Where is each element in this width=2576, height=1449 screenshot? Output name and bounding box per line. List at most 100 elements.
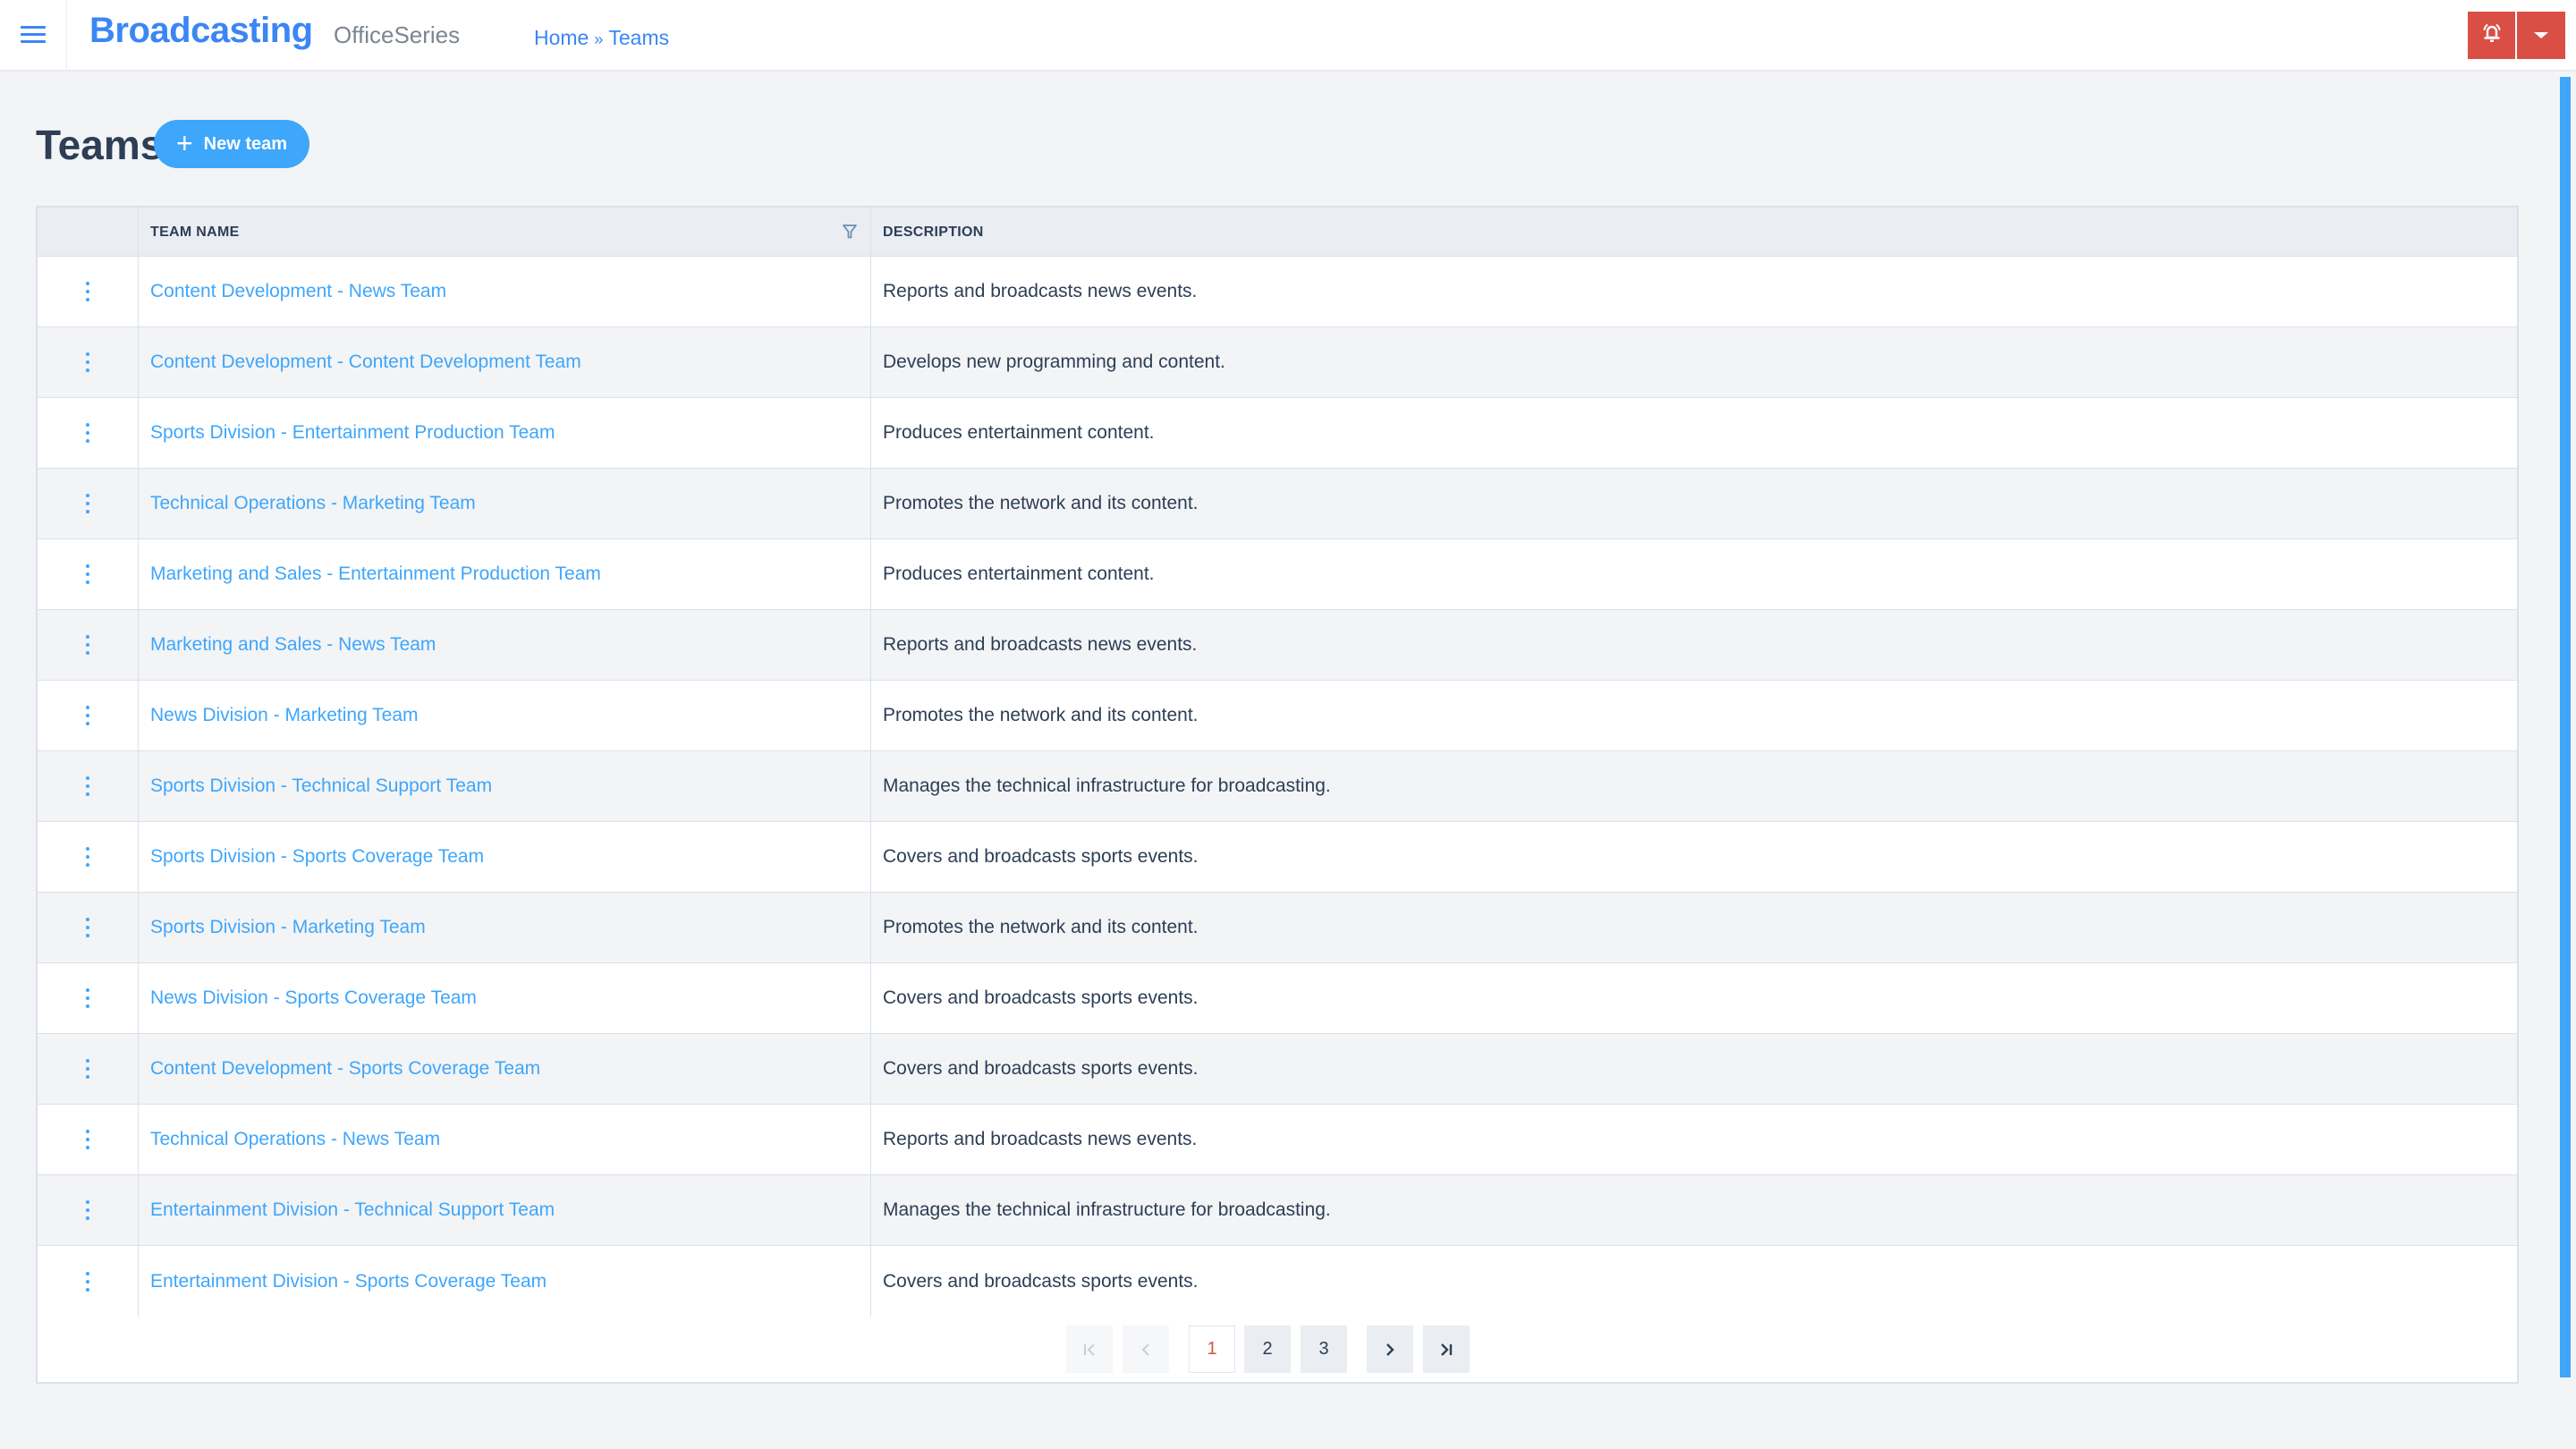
table-header: TEAM NAME DESCRIPTION — [38, 208, 2517, 257]
row-actions-button[interactable] — [38, 681, 139, 750]
kebab-menu-icon — [86, 1271, 89, 1292]
team-description: Produces entertainment content. — [883, 422, 1155, 443]
team-description: Covers and broadcasts sports events. — [883, 1270, 1199, 1292]
kebab-menu-icon — [86, 564, 89, 584]
table-row: Marketing and Sales - Entertainment Prod… — [38, 539, 2517, 610]
row-actions-button[interactable] — [38, 610, 139, 680]
kebab-menu-icon — [86, 282, 89, 301]
kebab-menu-icon — [86, 635, 89, 655]
table-row: Content Development - Sports Coverage Te… — [38, 1034, 2517, 1105]
team-description: Covers and broadcasts sports events. — [883, 846, 1199, 867]
table-row: Sports Division - Marketing Team Promotes… — [38, 893, 2517, 963]
team-description: Reports and broadcasts news events. — [883, 1129, 1198, 1149]
page-1-button[interactable]: 1 — [1189, 1326, 1235, 1373]
row-actions-button[interactable] — [38, 822, 139, 892]
new-team-label: New team — [203, 133, 288, 154]
table-row: News Division - Sports Coverage Team Cove… — [38, 963, 2517, 1034]
team-description: Promotes the network and its content. — [883, 705, 1199, 725]
next-page-button[interactable] — [1367, 1326, 1413, 1373]
team-description: Reports and broadcasts news events. — [883, 281, 1198, 301]
team-description: Promotes the network and its content. — [883, 917, 1199, 937]
page-scrollbar[interactable] — [2560, 77, 2571, 1377]
table-body: Content Development - News Team Reports a… — [38, 257, 2517, 1317]
kebab-menu-icon — [86, 988, 89, 1008]
caret-down-icon — [2534, 32, 2548, 38]
team-description: Reports and broadcasts news events. — [883, 634, 1198, 655]
alerts-button[interactable] — [2468, 12, 2515, 59]
page-title: Teams — [36, 122, 164, 168]
team-name-link[interactable]: Technical Operations - News Team — [139, 1105, 871, 1174]
chevron-right-icon — [1386, 1343, 1394, 1356]
prev-page-button[interactable] — [1123, 1326, 1169, 1373]
row-actions-button[interactable] — [38, 327, 139, 397]
team-name-link[interactable]: Entertainment Division - Technical Suppo… — [139, 1175, 871, 1245]
table-row: Marketing and Sales - News Team Reports a… — [38, 610, 2517, 681]
table-row: Sports Division - Technical Support Team… — [38, 751, 2517, 822]
team-name-link[interactable]: Content Development - News Team — [139, 257, 871, 326]
team-name-link[interactable]: Marketing and Sales - News Team — [139, 610, 871, 680]
team-description: Covers and broadcasts sports events. — [883, 1058, 1199, 1079]
teams-table: TEAM NAME DESCRIPTION Content Developmen… — [36, 206, 2519, 1384]
team-name-link[interactable]: Sports Division - Technical Support Team — [139, 751, 871, 821]
row-actions-button[interactable] — [38, 1105, 139, 1174]
column-header-description[interactable]: DESCRIPTION — [871, 208, 984, 257]
alerts-dropdown-button[interactable] — [2517, 12, 2565, 59]
table-row: Content Development - Content Developmen… — [38, 327, 2517, 398]
table-row: Content Development - News Team Reports a… — [38, 257, 2517, 327]
kebab-menu-icon — [86, 1200, 89, 1220]
row-actions-button[interactable] — [38, 893, 139, 962]
team-description: Produces entertainment content. — [883, 564, 1155, 584]
kebab-menu-icon — [86, 1130, 89, 1149]
row-actions-button[interactable] — [38, 1034, 139, 1104]
team-name-link[interactable]: Content Development - Content Developmen… — [139, 327, 871, 397]
bell-alert-icon — [2479, 21, 2504, 50]
team-name-link[interactable]: Entertainment Division - Sports Coverage… — [139, 1246, 871, 1317]
team-name-link[interactable]: Sports Division - Entertainment Producti… — [139, 398, 871, 468]
table-row: Entertainment Division - Technical Suppo… — [38, 1175, 2517, 1246]
breadcrumb-home[interactable]: Home — [534, 26, 589, 50]
team-name-link[interactable]: News Division - Sports Coverage Team — [139, 963, 871, 1033]
last-page-button[interactable] — [1423, 1326, 1470, 1373]
kebab-menu-icon — [86, 352, 89, 372]
team-name-link[interactable]: Technical Operations - Marketing Team — [139, 469, 871, 538]
page-3-button[interactable]: 3 — [1301, 1326, 1347, 1373]
row-actions-button[interactable] — [38, 751, 139, 821]
team-name-link[interactable]: Sports Division - Marketing Team — [139, 893, 871, 962]
product-name: OfficeSeries — [334, 21, 461, 48]
kebab-menu-icon — [86, 1059, 89, 1079]
team-description: Manages the technical infrastructure for… — [883, 1199, 1331, 1220]
kebab-menu-icon — [86, 776, 89, 796]
table-row: Technical Operations - News Team Reports … — [38, 1105, 2517, 1175]
column-header-actions — [38, 208, 139, 257]
chevron-left-icon — [1141, 1343, 1149, 1356]
page-2-button[interactable]: 2 — [1244, 1326, 1291, 1373]
table-row: News Division - Marketing Team Promotes t… — [38, 681, 2517, 751]
team-name-link[interactable]: Sports Division - Sports Coverage Team — [139, 822, 871, 892]
filter-icon[interactable] — [842, 224, 858, 244]
pagination: 1 2 3 — [38, 1326, 2517, 1375]
team-description: Develops new programming and content. — [883, 352, 1225, 372]
team-name-link[interactable]: News Division - Marketing Team — [139, 681, 871, 750]
team-description: Promotes the network and its content. — [883, 493, 1199, 513]
new-team-button[interactable]: + New team — [154, 120, 309, 168]
row-actions-button[interactable] — [38, 539, 139, 609]
team-description: Covers and broadcasts sports events. — [883, 987, 1199, 1008]
team-name-link[interactable]: Marketing and Sales - Entertainment Prod… — [139, 539, 871, 609]
column-header-team-name[interactable]: TEAM NAME — [139, 208, 871, 257]
app-brand[interactable]: Broadcasting — [89, 11, 313, 51]
kebab-menu-icon — [86, 423, 89, 443]
table-row: Sports Division - Entertainment Producti… — [38, 398, 2517, 469]
team-name-link[interactable]: Content Development - Sports Coverage Te… — [139, 1034, 871, 1104]
row-actions-button[interactable] — [38, 257, 139, 326]
row-actions-button[interactable] — [38, 398, 139, 468]
first-page-button[interactable] — [1066, 1326, 1113, 1373]
kebab-menu-icon — [86, 706, 89, 725]
row-actions-button[interactable] — [38, 1175, 139, 1245]
row-actions-button[interactable] — [38, 1246, 139, 1317]
row-actions-button[interactable] — [38, 469, 139, 538]
menu-button[interactable] — [0, 0, 67, 70]
row-actions-button[interactable] — [38, 963, 139, 1033]
table-row: Technical Operations - Marketing Team Pro… — [38, 469, 2517, 539]
table-row: Entertainment Division - Sports Coverage… — [38, 1246, 2517, 1317]
breadcrumb-current[interactable]: Teams — [608, 26, 669, 50]
